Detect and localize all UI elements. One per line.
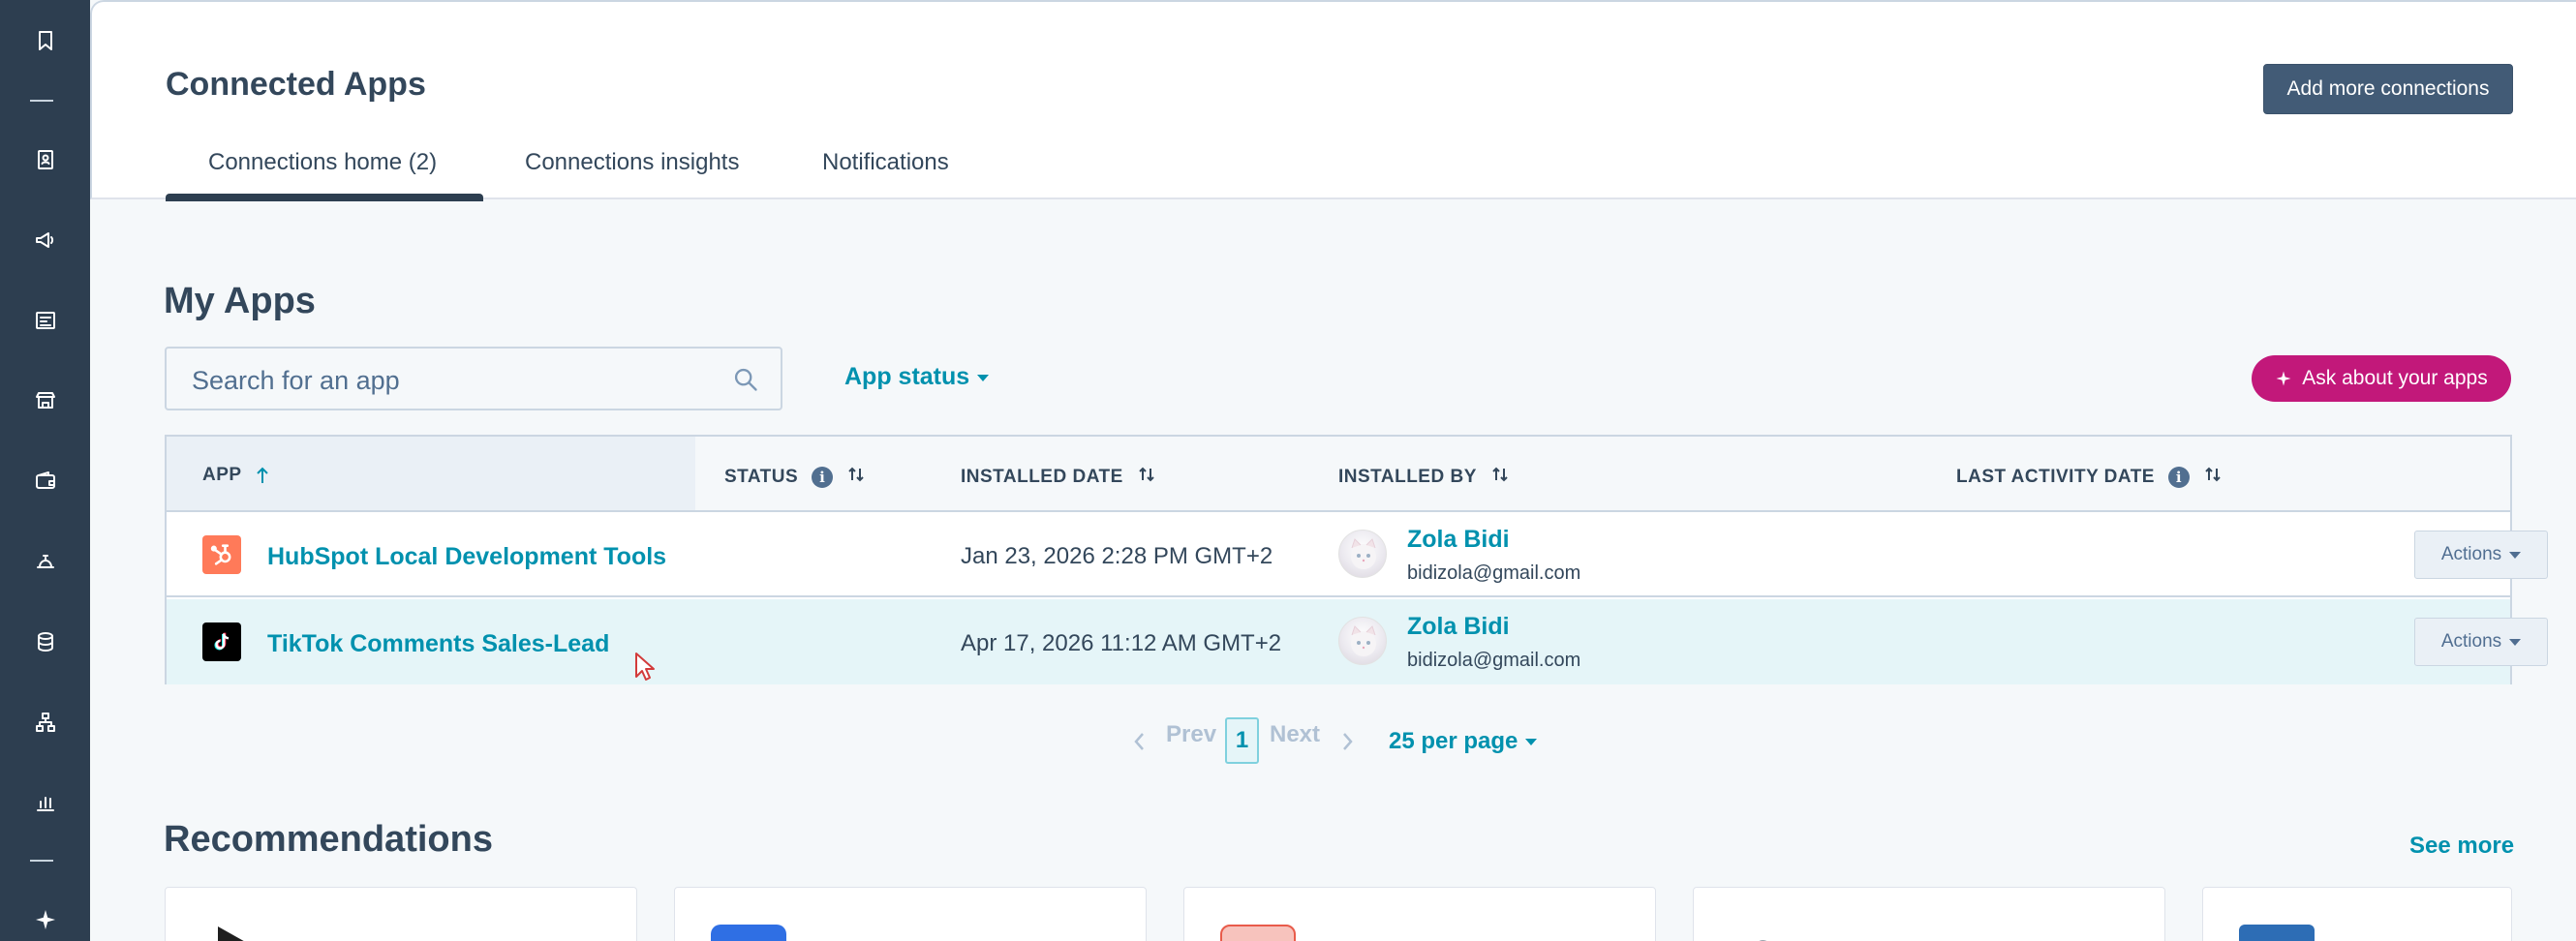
- ask-about-apps-label: Ask about your apps: [2302, 367, 2488, 389]
- content-icon[interactable]: [24, 299, 66, 341]
- database-icon[interactable]: [24, 621, 66, 662]
- see-more-link[interactable]: See more: [2409, 833, 2514, 860]
- info-icon[interactable]: i: [2167, 467, 2190, 488]
- hubspot-logo-icon: [202, 535, 241, 574]
- ask-about-apps-button[interactable]: Ask about your apps: [2252, 355, 2511, 402]
- wallet-icon[interactable]: [24, 460, 66, 501]
- sort-ascending-icon: [256, 467, 268, 483]
- app-status-label: App status: [844, 363, 970, 390]
- bookmark-icon[interactable]: [24, 19, 66, 61]
- installed-date: Jan 23, 2026 2:28 PM GMT+2: [961, 543, 1273, 569]
- chevron-down-icon: [977, 374, 990, 381]
- next-page-button[interactable]: Next: [1270, 721, 1320, 748]
- megaphone-icon[interactable]: [24, 219, 66, 260]
- avatar: [1338, 617, 1387, 665]
- app-logo-icon: [711, 925, 786, 941]
- sparkle-ai-icon[interactable]: [24, 898, 66, 940]
- actions-dropdown-button[interactable]: Actions: [2414, 531, 2548, 579]
- installed-date: Apr 17, 2026 11:12 AM GMT+2: [961, 630, 1282, 656]
- service-bell-icon[interactable]: [24, 540, 66, 582]
- sort-icon: [1137, 465, 1156, 490]
- add-more-connections-button[interactable]: Add more connections: [2263, 64, 2513, 114]
- recommendation-card[interactable]: [1183, 887, 1656, 941]
- search-input[interactable]: Search for an app: [165, 347, 782, 410]
- column-header-installed-date-label: INSTALLED DATE: [961, 467, 1123, 487]
- active-tab-indicator: [166, 194, 483, 201]
- column-header-app[interactable]: APP: [202, 465, 269, 486]
- column-header-last-activity[interactable]: LAST ACTIVITY DATE i: [1956, 465, 2223, 490]
- installed-by-user-link[interactable]: Zola Bidi: [1407, 526, 1510, 554]
- avatar: [1338, 530, 1387, 578]
- column-header-installed-by-label: INSTALLED BY: [1338, 467, 1477, 487]
- page-title: Connected Apps: [166, 66, 426, 103]
- column-header-status[interactable]: STATUS i: [724, 465, 866, 490]
- my-apps-heading: My Apps: [164, 281, 316, 321]
- actions-dropdown-button[interactable]: Actions: [2414, 618, 2548, 666]
- column-header-last-activity-label: LAST ACTIVITY DATE: [1956, 467, 2155, 487]
- sort-icon: [1490, 465, 1510, 490]
- table-header: APP STATUS i INSTALLED DATE INSTALLED BY…: [167, 437, 2510, 512]
- contacts-book-icon[interactable]: [24, 138, 66, 180]
- left-nav-sidebar: [0, 0, 90, 941]
- chevron-right-icon: [1343, 733, 1353, 750]
- actions-label: Actions: [2440, 544, 2502, 564]
- column-header-installed-date[interactable]: INSTALLED DATE: [961, 465, 1156, 490]
- mouse-cursor-icon: [635, 653, 655, 681]
- app-name-link[interactable]: TikTok Comments Sales-Lead: [267, 630, 609, 658]
- chevron-down-icon: [2509, 551, 2522, 559]
- table-row[interactable]: HubSpot Local Development Tools Jan 23, …: [167, 512, 2548, 597]
- search-icon: [734, 368, 757, 391]
- tiktok-logo-icon: [202, 622, 241, 661]
- recommendation-card[interactable]: [2202, 887, 2512, 941]
- search-placeholder: Search for an app: [192, 366, 400, 395]
- column-header-app-label: APP: [202, 465, 242, 485]
- chevron-down-icon: [1525, 739, 1538, 746]
- main-content: Connected Apps Add more connections Conn…: [90, 0, 2576, 941]
- nav-divider: [30, 100, 53, 102]
- table-row[interactable]: TikTok Comments Sales-Lead Apr 17, 2026 …: [167, 599, 2548, 684]
- recommendation-card[interactable]: [1693, 887, 2165, 941]
- workflow-icon[interactable]: [24, 701, 66, 743]
- reports-chart-icon[interactable]: [24, 781, 66, 823]
- per-page-dropdown[interactable]: 25 per page: [1389, 728, 1538, 755]
- recommendation-card[interactable]: [674, 887, 1147, 941]
- play-logo-icon: [218, 926, 244, 941]
- column-header-installed-by[interactable]: INSTALLED BY: [1338, 465, 1510, 490]
- current-page-number[interactable]: 1: [1225, 717, 1259, 764]
- per-page-label: 25 per page: [1389, 728, 1518, 754]
- installed-by-email: bidizola@gmail.com: [1407, 650, 1581, 671]
- recommendations-heading: Recommendations: [164, 819, 493, 860]
- app-logo-icon: [1759, 940, 1767, 941]
- sort-icon: [846, 465, 866, 490]
- recommendation-card[interactable]: [165, 887, 637, 941]
- prev-page-button[interactable]: Prev: [1166, 721, 1216, 748]
- app-logo-icon: [1220, 925, 1296, 941]
- nav-divider: [30, 860, 53, 862]
- sparkle-icon: [2276, 371, 2291, 386]
- store-icon[interactable]: [24, 379, 66, 421]
- installed-by-user-link[interactable]: Zola Bidi: [1407, 613, 1510, 641]
- apps-table: APP STATUS i INSTALLED DATE INSTALLED BY…: [165, 435, 2548, 684]
- tab-connections-insights[interactable]: Connections insights: [525, 149, 739, 176]
- sort-icon: [2203, 465, 2223, 490]
- app-logo-icon: [2239, 925, 2315, 941]
- app-name-link[interactable]: HubSpot Local Development Tools: [267, 543, 666, 571]
- tab-notifications[interactable]: Notifications: [822, 149, 949, 176]
- installed-by-email: bidizola@gmail.com: [1407, 562, 1581, 584]
- info-icon[interactable]: i: [812, 467, 834, 488]
- app-status-filter[interactable]: App status: [844, 363, 990, 391]
- actions-label: Actions: [2440, 631, 2502, 652]
- column-header-status-label: STATUS: [724, 467, 799, 487]
- tab-connections-home[interactable]: Connections home (2): [208, 149, 437, 176]
- chevron-down-icon: [2509, 638, 2522, 646]
- chevron-left-icon: [1134, 733, 1144, 750]
- page-header: Connected Apps Add more connections Conn…: [90, 0, 2576, 201]
